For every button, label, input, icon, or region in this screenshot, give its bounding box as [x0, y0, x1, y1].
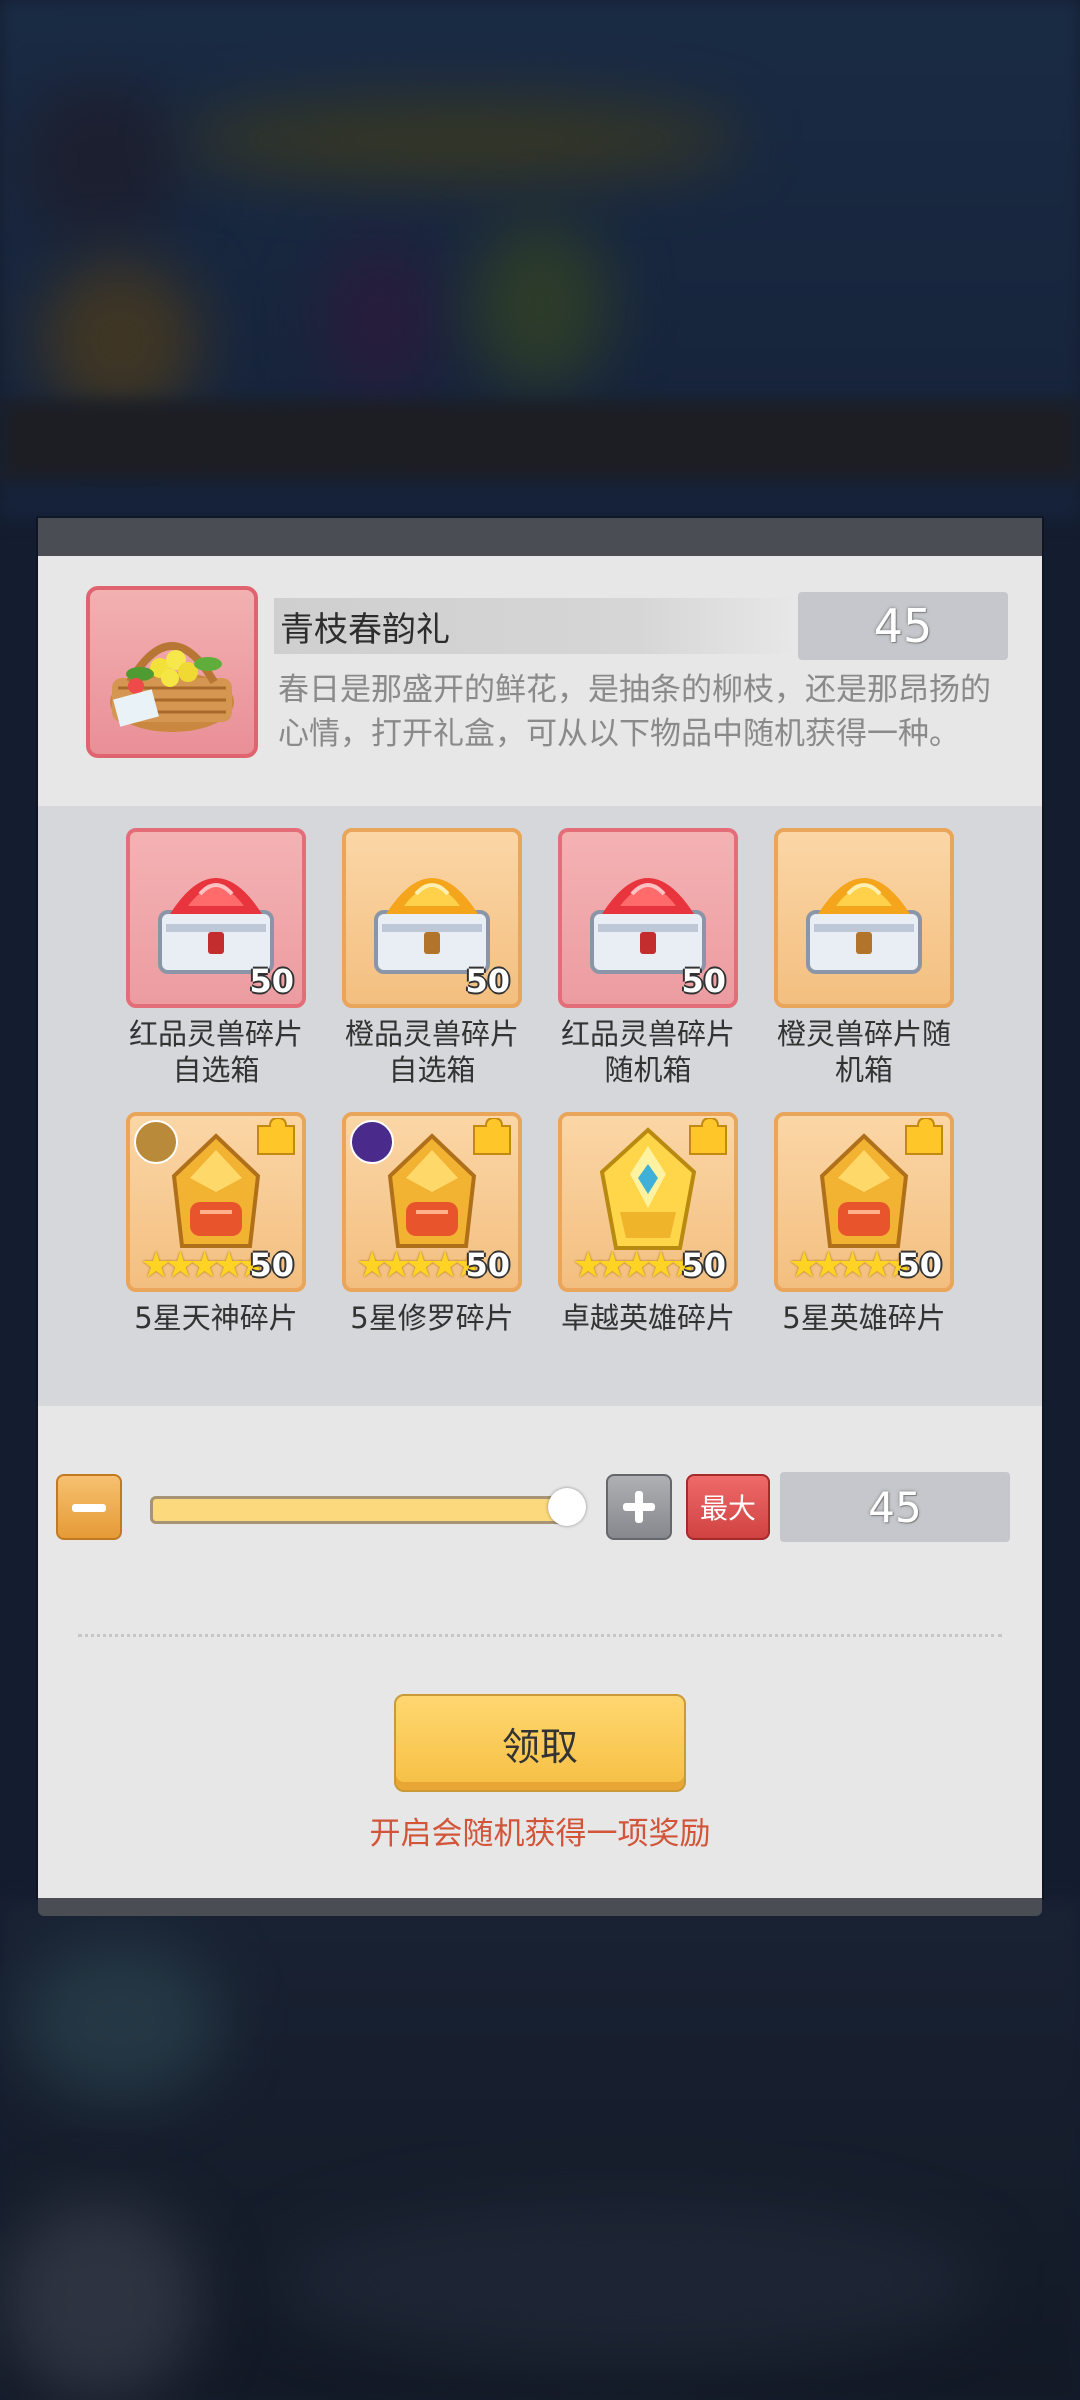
- reward-tile: 50: [558, 828, 738, 1008]
- reward-item[interactable]: 橙灵兽碎片随机箱: [774, 828, 954, 1088]
- reward-quantity: 50: [465, 962, 510, 1000]
- reward-tile: ★★★★★ 50: [126, 1112, 306, 1292]
- reward-quantity: 50: [249, 1246, 294, 1284]
- max-button[interactable]: 最大: [686, 1474, 770, 1540]
- reward-label: 橙品灵兽碎片自选箱: [344, 1017, 519, 1087]
- slider-handle[interactable]: [548, 1488, 586, 1526]
- reward-label: 橙灵兽碎片随机箱: [776, 1017, 951, 1087]
- reward-label: 红品灵兽碎片自选箱: [128, 1017, 303, 1087]
- reward-quantity: 50: [681, 962, 726, 1000]
- claim-hint: 开启会随机获得一项奖励: [369, 1816, 711, 1852]
- reward-item[interactable]: 50 橙品灵兽碎片自选箱: [342, 828, 522, 1088]
- reward-label: 5星英雄碎片: [782, 1301, 946, 1335]
- reward-quantity: 50: [249, 962, 294, 1000]
- reward-quantity: 50: [465, 1246, 510, 1284]
- increase-button[interactable]: [606, 1474, 672, 1540]
- reward-item[interactable]: ★★★★★ 50 5星修罗碎片: [342, 1112, 522, 1336]
- flower-basket-icon: [86, 586, 258, 758]
- gift-owned-count: 45: [798, 592, 1008, 660]
- gift-name: 青枝春韵礼: [280, 610, 450, 650]
- divider: [78, 1634, 1002, 1637]
- reward-tile: 50: [342, 828, 522, 1008]
- puzzle-piece-icon: [686, 1116, 730, 1158]
- dialog-bottom-bar: [38, 1898, 1042, 1916]
- quantity-input[interactable]: 45: [780, 1472, 1010, 1542]
- reward-grid: 50 红品灵兽碎片自选箱 50 橙品灵兽碎片自选箱 50 红品灵兽碎片随机箱 橙…: [38, 806, 1042, 1406]
- reward-item[interactable]: 50 红品灵兽碎片随机箱: [558, 828, 738, 1088]
- reward-item[interactable]: ★★★★★ 50 5星英雄碎片: [774, 1112, 954, 1336]
- demon-badge-icon: [350, 1120, 394, 1164]
- decrease-button[interactable]: [56, 1474, 122, 1540]
- reward-label: 红品灵兽碎片随机箱: [560, 1017, 735, 1087]
- reward-tile: [774, 828, 954, 1008]
- dialog-top-bar: [38, 518, 1042, 556]
- reward-item[interactable]: ★★★★★ 50 卓越英雄碎片: [558, 1112, 738, 1336]
- puzzle-piece-icon: [470, 1116, 514, 1158]
- lotus-badge-icon: [134, 1120, 178, 1164]
- reward-quantity: 50: [681, 1246, 726, 1284]
- reward-tile: ★★★★★ 50: [558, 1112, 738, 1292]
- claim-button[interactable]: 领取: [394, 1694, 686, 1792]
- reward-label: 5星天神碎片: [134, 1301, 298, 1335]
- gift-description: 春日是那盛开的鲜花，是抽条的柳枝，还是那昂扬的心情，打开礼盒，可从以下物品中随机…: [278, 672, 991, 752]
- star-rating: ★★★★★: [572, 1245, 701, 1286]
- puzzle-piece-icon: [254, 1116, 298, 1158]
- reward-tile: ★★★★★ 50: [342, 1112, 522, 1292]
- orange-gem-chest-icon: [806, 878, 922, 974]
- quantity-slider[interactable]: [150, 1496, 576, 1524]
- star-rating: ★★★★★: [788, 1245, 917, 1286]
- star-rating: ★★★★★: [140, 1245, 269, 1286]
- reward-tile: ★★★★★ 50: [774, 1112, 954, 1292]
- star-rating: ★★★★★: [356, 1245, 485, 1286]
- reward-item[interactable]: ★★★★★ 50 5星天神碎片: [126, 1112, 306, 1336]
- gift-box-dialog: 青枝春韵礼 45 春日是那盛开的鲜花，是抽条的柳枝，还是那昂扬的心情，打开礼盒，…: [38, 518, 1042, 1916]
- reward-tile: 50: [126, 828, 306, 1008]
- puzzle-piece-icon: [902, 1116, 946, 1158]
- reward-item[interactable]: 50 红品灵兽碎片自选箱: [126, 828, 306, 1088]
- reward-label: 卓越英雄碎片: [560, 1301, 735, 1335]
- reward-label: 5星修罗碎片: [350, 1301, 514, 1335]
- reward-quantity: 50: [897, 1246, 942, 1284]
